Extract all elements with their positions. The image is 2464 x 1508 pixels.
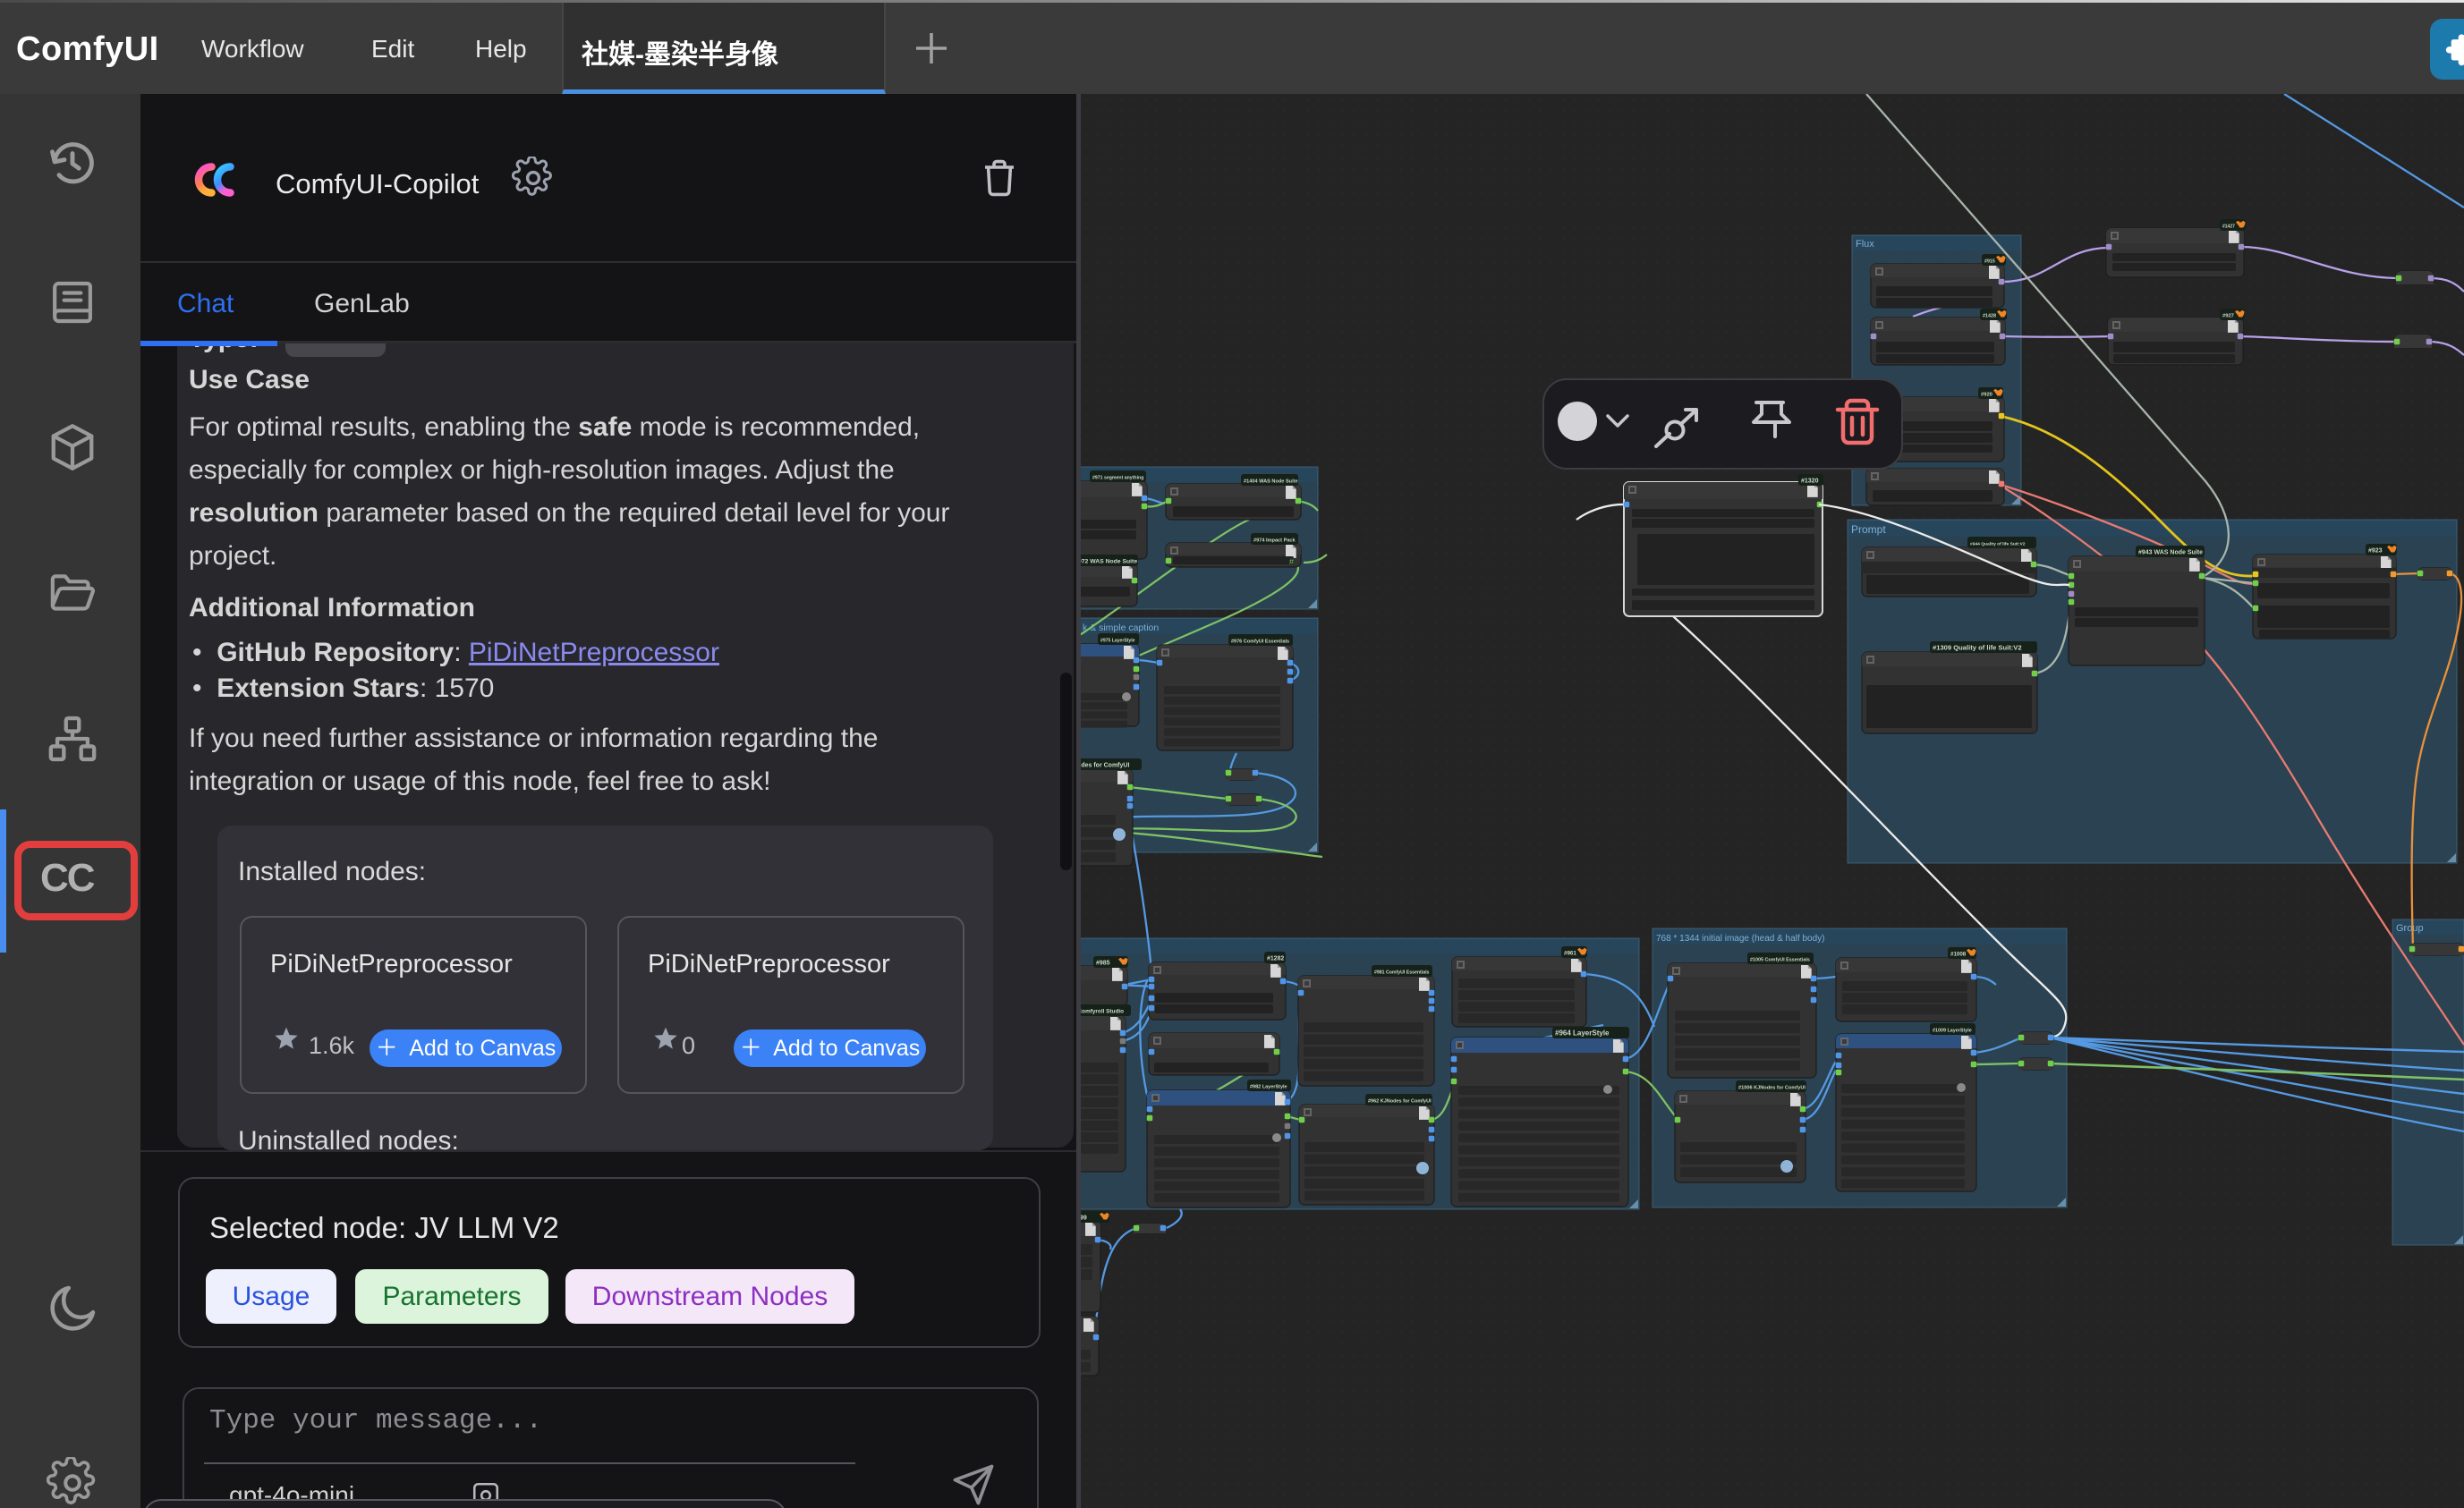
svg-text:#976 ComfyUI Essentials: #976 ComfyUI Essentials — [1231, 640, 1289, 645]
svg-text:#915: #915 — [1984, 259, 1995, 265]
svg-text:#964 LayerStyle: #964 LayerStyle — [1555, 1029, 1610, 1038]
svg-text:#974 Impact Pack: #974 Impact Pack — [1253, 538, 1296, 544]
svg-text:#1404 WAS Node Suite: #1404 WAS Node Suite — [1244, 479, 1298, 485]
svg-text:#: # — [1289, 557, 1294, 566]
svg-text:Group: Group — [2396, 923, 2424, 934]
svg-text:#1005 ComfyUI Essentials: #1005 ComfyUI Essentials — [1750, 958, 1810, 963]
svg-text:#943 WAS Node Suite: #943 WAS Node Suite — [2138, 550, 2203, 556]
svg-text:#962 KJNodes for ComfyUI: #962 KJNodes for ComfyUI — [1368, 1099, 1432, 1105]
svg-text:#923: #923 — [2368, 548, 2383, 555]
svg-text:l Comfyroll Studio: l Comfyroll Studio — [1081, 1009, 1124, 1015]
svg-text:#1427: #1427 — [2222, 225, 2235, 230]
svg-text:99: 99 — [1081, 1216, 1087, 1222]
svg-text:#944 Quality of life Suit:V2: #944 Quality of life Suit:V2 — [1970, 542, 2026, 547]
svg-text:#1309 Quality of life Suit:V2: #1309 Quality of life Suit:V2 — [1933, 644, 2022, 652]
svg-text:#1008: #1008 — [1950, 952, 1967, 958]
svg-text:#961: #961 — [1564, 951, 1576, 957]
svg-text:#1006 KJNodes for ComfyUI: #1006 KJNodes for ComfyUI — [1738, 1086, 1806, 1091]
svg-text:#985: #985 — [1096, 961, 1110, 967]
svg-text:#971 segment anything: #971 segment anything — [1092, 476, 1143, 481]
svg-text:Prompt: Prompt — [1851, 523, 1886, 536]
svg-text:#981 ComfyUI Essentials: #981 ComfyUI Essentials — [1374, 970, 1430, 976]
svg-text:#927: #927 — [2222, 314, 2234, 319]
svg-text:972 WAS Node Suite: 972 WAS Node Suite — [1081, 559, 1137, 565]
svg-text:768 * 1344 initial image (head: 768 * 1344 initial image (head & half bo… — [1656, 934, 1824, 944]
svg-text:Nodes for ComfyUI: Nodes for ComfyUI — [1081, 763, 1129, 769]
svg-text:#1009 LayerStyle: #1009 LayerStyle — [1933, 1029, 1972, 1034]
svg-text:#982 LayerStyle: #982 LayerStyle — [1250, 1085, 1287, 1090]
svg-text:#1320: #1320 — [1801, 479, 1819, 485]
svg-text:#1428: #1428 — [1983, 314, 1996, 319]
svg-text:#920: #920 — [1981, 393, 1992, 398]
svg-text:#975 LayerStyle: #975 LayerStyle — [1100, 639, 1135, 644]
svg-text:#1282: #1282 — [1267, 956, 1284, 962]
svg-text:Flux: Flux — [1856, 239, 1874, 250]
